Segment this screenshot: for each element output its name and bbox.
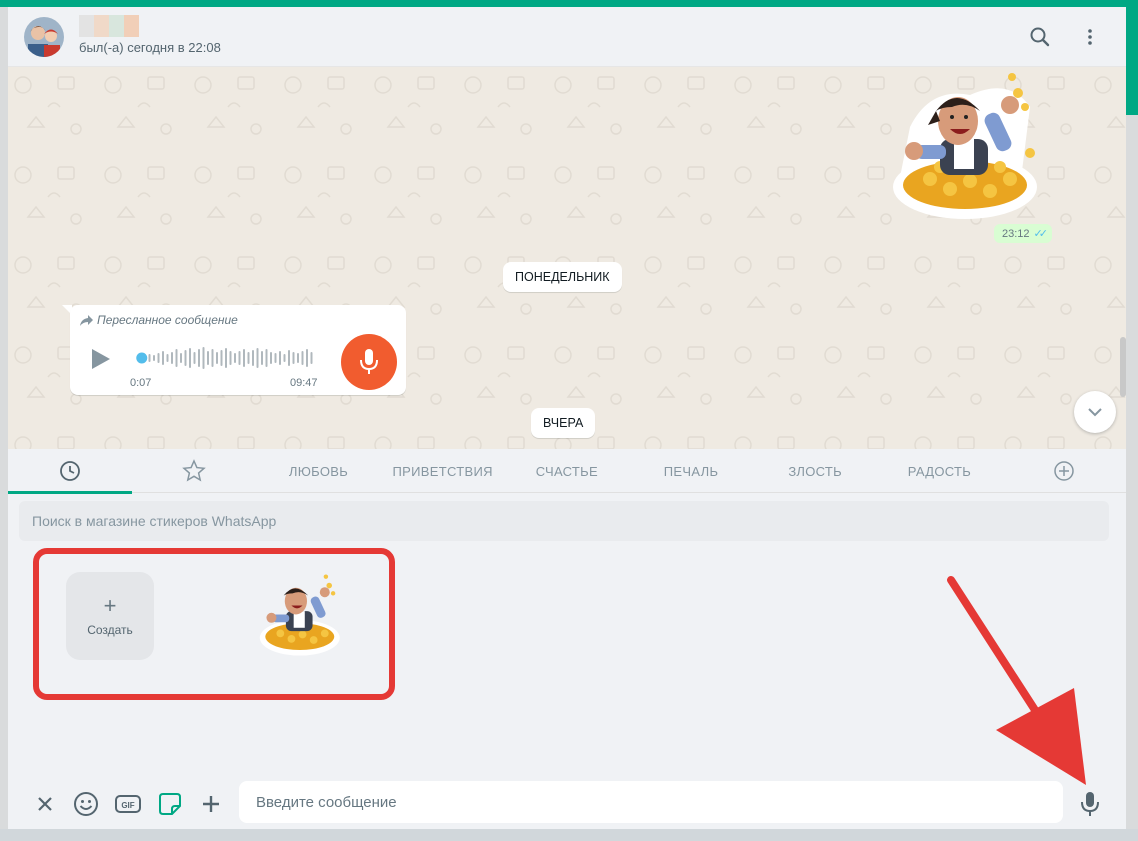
emoji-icon[interactable] [71, 789, 101, 819]
waveform-bar [292, 352, 295, 364]
tab-happiness[interactable]: СЧАСТЬЕ [505, 449, 629, 493]
waveform-bar [157, 353, 160, 363]
waveform-bar [256, 348, 259, 368]
waveform-bar [184, 350, 187, 366]
waveform-bar [198, 349, 200, 367]
voice-mic-badge [341, 334, 397, 390]
right-accent-bar [1126, 0, 1138, 115]
waveform-bar [301, 351, 304, 365]
blur-block [109, 15, 124, 37]
forward-arrow-icon [80, 314, 93, 326]
waveform-bar [189, 348, 191, 368]
waveform-bar [216, 352, 218, 364]
chat-messages-area[interactable]: 23:12 ✓✓ ПОНЕДЕЛЬНИК Пересланное сообщен… [8, 67, 1126, 449]
play-icon[interactable] [90, 347, 112, 371]
star-icon [182, 459, 207, 482]
scroll-down-button[interactable] [1074, 391, 1116, 433]
mic-icon [360, 349, 378, 374]
menu-dots-icon[interactable] [1078, 25, 1102, 49]
window-bottom-edge [0, 829, 1138, 841]
waveform-bar [310, 352, 313, 364]
waveform-bar [288, 350, 290, 366]
waveform-bar [261, 351, 263, 365]
chat-scrollbar[interactable] [1120, 337, 1126, 397]
waveform-bar [207, 351, 209, 365]
waveform-bar [252, 350, 254, 366]
forwarded-label: Пересланное сообщение [80, 313, 238, 327]
waveform-bar [202, 347, 205, 369]
waveform-bar [297, 353, 299, 363]
chevron-down-icon [1088, 408, 1102, 417]
sticker-store-search-input[interactable]: Поиск в магазине стикеров WhatsApp [19, 501, 1109, 541]
waveform-bar [211, 349, 214, 367]
waveform-bar [279, 351, 281, 365]
message-input[interactable] [239, 781, 1063, 823]
gif-icon[interactable]: GIF [113, 789, 143, 819]
waveform-bar [234, 353, 236, 363]
waveform-bar [175, 349, 178, 367]
voice-duration: 09:47 [290, 377, 318, 389]
tab-recent[interactable] [8, 449, 133, 494]
waveform-bar [220, 350, 223, 366]
waveform-bar [247, 352, 250, 364]
waveform-bar [306, 349, 308, 367]
tab-greetings[interactable]: ПРИВЕТСТВИЯ [381, 449, 505, 493]
waveform-bar [265, 349, 268, 367]
mic-icon[interactable] [1075, 789, 1105, 819]
tab-anger[interactable]: ЗЛОСТЬ [753, 449, 877, 493]
waveform-bar [274, 353, 277, 363]
tab-love[interactable]: ЛЮБОВЬ [256, 449, 380, 493]
contact-name-blurred [79, 15, 139, 37]
tab-sadness[interactable]: ПЕЧАЛЬ [629, 449, 753, 493]
waveform-bar [229, 351, 232, 365]
waveform-bar [153, 355, 155, 361]
gif-text: GIF [121, 801, 134, 810]
waveform-bar [166, 354, 169, 362]
close-icon[interactable] [30, 789, 60, 819]
compose-bar: GIF [8, 779, 1126, 829]
message-time: 23:12 [1002, 227, 1030, 240]
waveform-bar [193, 352, 196, 364]
tab-joy[interactable]: РАДОСТЬ [877, 449, 1001, 493]
forwarded-voice-message[interactable]: Пересланное сообщение 0:07 09:47 [70, 305, 406, 395]
blur-block [79, 15, 94, 37]
blur-block [94, 15, 109, 37]
date-divider-yesterday: ВЧЕРА [531, 408, 596, 438]
top-accent-bar [0, 0, 1138, 7]
blur-block [124, 15, 139, 37]
waveform-bar [243, 349, 245, 367]
waveform-bar [171, 352, 173, 364]
voice-current-time: 0:07 [130, 377, 152, 389]
clock-icon [60, 461, 80, 481]
chat-header[interactable]: был(-а) сегодня в 22:08 [8, 7, 1126, 67]
waveform-bar [162, 351, 164, 365]
plus-circle-icon [1053, 461, 1074, 481]
read-ticks-icon: ✓✓ [1033, 228, 1049, 240]
audio-waveform[interactable] [134, 345, 320, 371]
tab-favorites[interactable] [132, 449, 256, 493]
last-seen-status: был(-а) сегодня в 22:08 [79, 40, 221, 55]
sticker-icon[interactable] [155, 789, 185, 819]
waveform-bar [270, 352, 272, 364]
attach-plus-icon[interactable] [196, 789, 226, 819]
whatsapp-window: был(-а) сегодня в 22:08 23:12 ✓✓ ПОНЕДЕЛ… [8, 7, 1126, 829]
playback-progress-dot[interactable] [136, 352, 148, 364]
forwarded-text: Пересланное сообщение [97, 313, 238, 327]
waveform-bar [180, 353, 182, 363]
highlight-annotation-box [33, 548, 395, 700]
sent-sticker-time: 23:12 ✓✓ [994, 224, 1052, 243]
waveform-bar [238, 351, 241, 365]
tab-add-sticker-pack[interactable] [1002, 449, 1126, 493]
date-divider-monday: ПОНЕДЕЛЬНИК [503, 262, 622, 292]
contact-avatar[interactable] [24, 17, 64, 57]
waveform-bar [225, 348, 227, 368]
waveform-bar [148, 354, 151, 362]
sent-sticker-man-with-coins[interactable] [870, 67, 1050, 225]
waveform-bar [283, 354, 286, 362]
search-icon[interactable] [1028, 25, 1052, 49]
sticker-category-tabs: ЛЮБОВЬ ПРИВЕТСТВИЯ СЧАСТЬЕ ПЕЧАЛЬ ЗЛОСТЬ… [8, 449, 1126, 494]
